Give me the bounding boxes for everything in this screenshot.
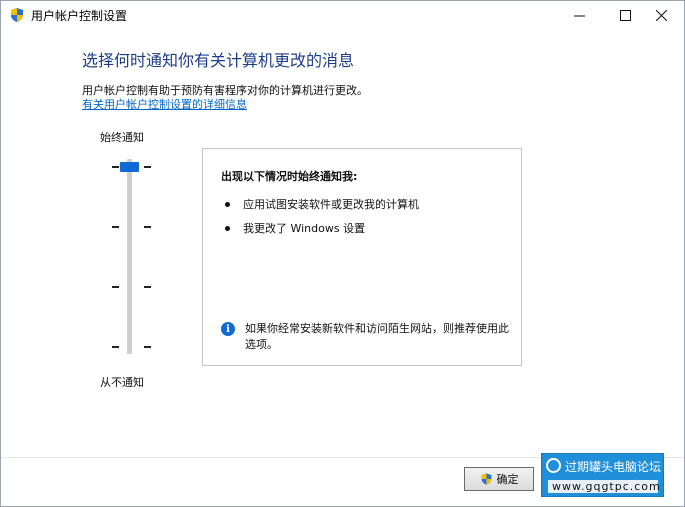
slider-top-label: 始终通知 <box>100 131 144 144</box>
uac-settings-window: 用户帐户控制设置 选择何时通知你有关计算机更改的消息 用户帐户控制有助于预防有害… <box>0 0 685 507</box>
watermark-url: www.gqgtpc.com <box>548 480 660 493</box>
level-description-panel: 出现以下情况时始终通知我: 应用试图安装软件或更改我的计算机 我更改了 Wind… <box>202 148 522 366</box>
close-icon <box>655 9 667 21</box>
info-text: 如果你经常安装新软件和访问陌生网站，则推荐使用此选项。 <box>245 322 509 351</box>
slider-tick <box>144 286 151 288</box>
slider-tick <box>112 166 119 168</box>
panel-title: 出现以下情况时始终通知我: <box>221 170 358 183</box>
site-watermark: 过期罐头电脑论坛 www.gqgtpc.com <box>541 453 664 497</box>
minimize-icon <box>573 15 585 16</box>
list-item: 我更改了 Windows 设置 <box>221 220 365 236</box>
watermark-title: 过期罐头电脑论坛 <box>565 460 662 474</box>
list-item-text: 应用试图安装软件或更改我的计算机 <box>243 198 419 211</box>
uac-details-link[interactable]: 有关用户帐户控制设置的详细信息 <box>82 96 247 112</box>
notification-slider-track[interactable] <box>127 159 132 354</box>
uac-shield-icon <box>481 473 491 485</box>
slider-tick <box>144 166 151 168</box>
notification-slider-thumb[interactable] <box>120 162 139 172</box>
slider-bottom-label: 从不通知 <box>100 376 144 389</box>
uac-shield-icon <box>11 8 23 22</box>
slider-tick <box>112 226 119 228</box>
info-note: i 如果你经常安装新软件和访问陌生网站，则推荐使用此选项。 <box>221 321 511 353</box>
list-item-text: 我更改了 Windows 设置 <box>243 222 366 235</box>
info-icon: i <box>221 322 235 336</box>
window-title: 用户帐户控制设置 <box>31 9 128 23</box>
slider-tick <box>112 346 119 348</box>
close-button[interactable] <box>638 1 684 29</box>
minimize-button[interactable] <box>556 1 602 29</box>
ok-button[interactable]: 确定 <box>464 467 534 491</box>
page-title: 选择何时通知你有关计算机更改的消息 <box>82 51 355 70</box>
maximize-icon <box>619 9 631 21</box>
slider-tick <box>112 286 119 288</box>
ok-button-label: 确定 <box>496 473 519 486</box>
bullet-icon <box>225 201 230 207</box>
title-bar[interactable]: 用户帐户控制设置 <box>1 1 684 29</box>
slider-tick <box>144 226 151 228</box>
bullet-icon <box>225 225 230 231</box>
slider-tick <box>144 346 151 348</box>
list-item: 应用试图安装软件或更改我的计算机 <box>221 196 419 212</box>
watermark-logo-icon <box>546 458 561 473</box>
